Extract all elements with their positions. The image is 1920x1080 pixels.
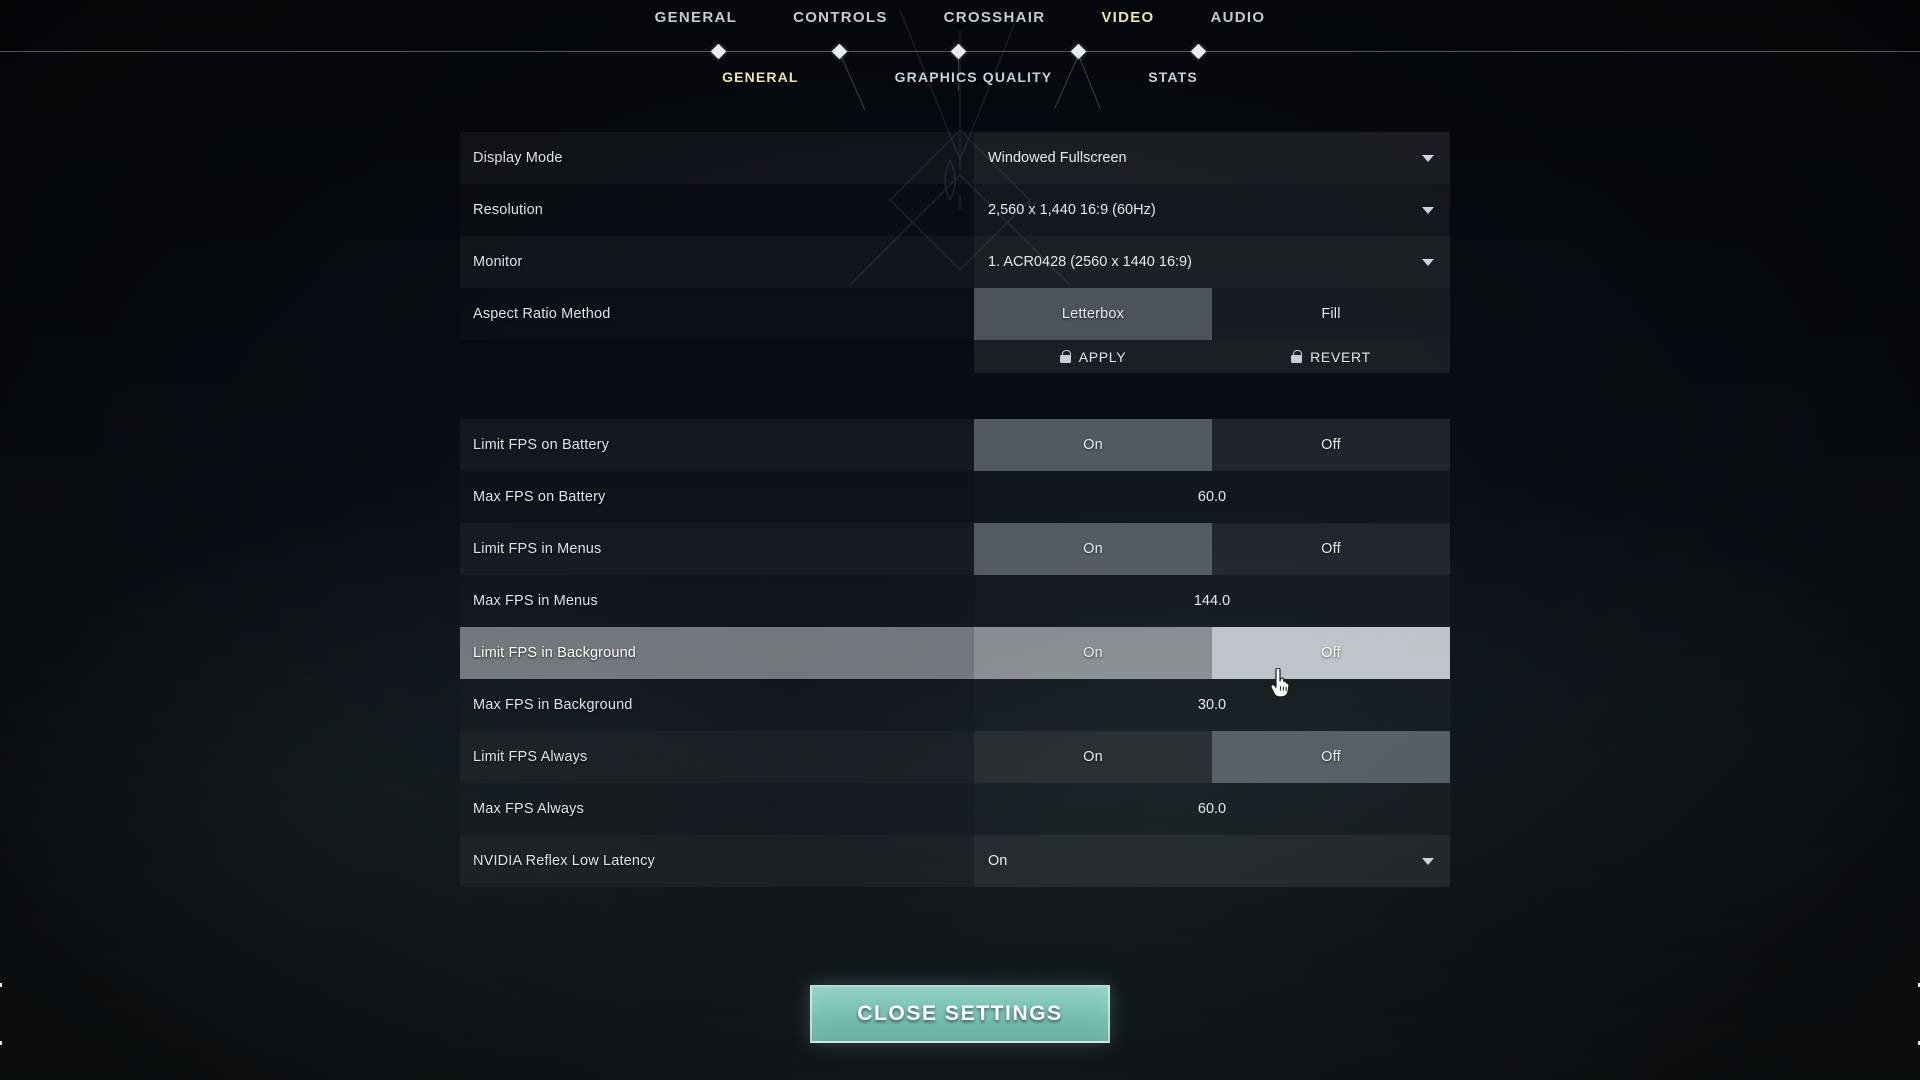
- setting-control: On Off: [974, 627, 1450, 679]
- limit-fps-in-menus-option-off[interactable]: Off: [1212, 523, 1450, 575]
- limit-fps-always-option-off[interactable]: Off: [1212, 731, 1450, 783]
- setting-row-max-fps-on-battery[interactable]: Max FPS on Battery 60.0: [460, 471, 1450, 523]
- setting-label: Max FPS Always: [473, 801, 584, 817]
- setting-label: NVIDIA Reflex Low Latency: [473, 853, 655, 869]
- setting-control: On Off: [974, 523, 1450, 575]
- setting-label: Limit FPS in Menus: [473, 541, 602, 557]
- limit-fps-in-background-segmented-control: On Off: [974, 627, 1450, 679]
- close-settings-button[interactable]: CLOSE SETTINGS: [0, 983, 1920, 1045]
- chevron-down-icon: [1422, 258, 1434, 266]
- apply-button[interactable]: APPLY: [974, 340, 1212, 373]
- setting-control: On Off: [974, 731, 1450, 783]
- max-fps-in-menus-value[interactable]: 144.0: [974, 575, 1450, 627]
- dropdown-value: 1. ACR0428 (2560 x 1440 16:9): [988, 254, 1192, 270]
- setting-row-limit-fps-in-background[interactable]: Limit FPS in Background On Off: [460, 627, 1450, 679]
- tab-general[interactable]: GENERAL: [627, 9, 765, 26]
- setting-label: Resolution: [473, 202, 544, 218]
- chevron-down-icon: [1422, 154, 1434, 162]
- setting-row-limit-fps-on-battery[interactable]: Limit FPS on Battery On Off: [460, 419, 1450, 471]
- setting-control: 144.0: [974, 575, 1450, 627]
- limit-fps-in-menus-option-on[interactable]: On: [974, 523, 1212, 575]
- resolution-dropdown[interactable]: 2,560 x 1,440 16:9 (60Hz): [974, 184, 1450, 236]
- setting-label: Max FPS on Battery: [473, 489, 606, 505]
- setting-label: Monitor: [473, 254, 523, 270]
- monitor-dropdown[interactable]: 1. ACR0428 (2560 x 1440 16:9): [974, 236, 1450, 288]
- subtab-general[interactable]: GENERAL: [674, 69, 847, 85]
- limit-fps-on-battery-segmented-control: On Off: [974, 419, 1450, 471]
- button-corner-marker: [0, 1041, 2, 1045]
- setting-control: 60.0: [974, 471, 1450, 523]
- setting-control: Windowed Fullscreen: [974, 132, 1450, 184]
- tab-controls[interactable]: CONTROLS: [765, 9, 916, 26]
- action-row-spacer: [460, 340, 974, 373]
- nvidia-reflex-dropdown[interactable]: On: [974, 835, 1450, 887]
- setting-control: 60.0: [974, 783, 1450, 835]
- setting-row-nvidia-reflex-low-latency[interactable]: NVIDIA Reflex Low Latency On: [460, 835, 1450, 887]
- apply-revert-row: APPLY REVERT: [460, 340, 1450, 373]
- setting-control: On: [974, 835, 1450, 887]
- setting-label: Limit FPS Always: [473, 749, 588, 765]
- setting-label: Max FPS in Background: [473, 697, 633, 713]
- setting-control: Letterbox Fill: [974, 288, 1450, 340]
- settings-panel: Display Mode Windowed Fullscreen Resolut…: [460, 132, 1450, 887]
- setting-control: 2,560 x 1,440 16:9 (60Hz): [974, 184, 1450, 236]
- button-corner-marker: [0, 983, 2, 987]
- limit-fps-in-background-option-on[interactable]: On: [974, 627, 1212, 679]
- lock-icon: [1059, 350, 1071, 363]
- close-settings-area: CLOSE SETTINGS: [0, 983, 1920, 1045]
- setting-row-limit-fps-always[interactable]: Limit FPS Always On Off: [460, 731, 1450, 783]
- dropdown-value: Windowed Fullscreen: [988, 150, 1127, 166]
- chevron-down-icon: [1422, 857, 1434, 865]
- tab-video[interactable]: VIDEO: [1073, 9, 1182, 26]
- valorant-settings-screen: GENERAL CONTROLS CROSSHAIR VIDEO AUDIO G…: [0, 0, 1920, 1080]
- tab-audio[interactable]: AUDIO: [1183, 9, 1294, 26]
- setting-control: 1. ACR0428 (2560 x 1440 16:9): [974, 236, 1450, 288]
- setting-row-max-fps-always[interactable]: Max FPS Always 60.0: [460, 783, 1450, 835]
- setting-label: Aspect Ratio Method: [473, 306, 611, 322]
- limit-fps-in-background-option-off[interactable]: Off: [1212, 627, 1450, 679]
- apply-button-label: APPLY: [1078, 348, 1127, 365]
- setting-label: Limit FPS on Battery: [473, 437, 609, 453]
- subtab-stats[interactable]: STATS: [1100, 69, 1246, 85]
- revert-button-label: REVERT: [1310, 348, 1371, 365]
- chevron-down-icon: [1422, 206, 1434, 214]
- limit-fps-on-battery-option-on[interactable]: On: [974, 419, 1212, 471]
- sub-tab-bar: GENERAL GRAPHICS QUALITY STATS: [0, 62, 1920, 92]
- aspect-ratio-segmented-control: Letterbox Fill: [974, 288, 1450, 340]
- setting-row-monitor[interactable]: Monitor 1. ACR0428 (2560 x 1440 16:9): [460, 236, 1450, 288]
- setting-label: Display Mode: [473, 150, 563, 166]
- setting-row-limit-fps-in-menus[interactable]: Limit FPS in Menus On Off: [460, 523, 1450, 575]
- limit-fps-in-menus-segmented-control: On Off: [974, 523, 1450, 575]
- top-tab-bar: GENERAL CONTROLS CROSSHAIR VIDEO AUDIO: [0, 0, 1920, 60]
- setting-control: On Off: [974, 419, 1450, 471]
- limit-fps-on-battery-option-off[interactable]: Off: [1212, 419, 1450, 471]
- tab-crosshair[interactable]: CROSSHAIR: [916, 9, 1074, 26]
- revert-button[interactable]: REVERT: [1212, 340, 1450, 373]
- max-fps-on-battery-value[interactable]: 60.0: [974, 471, 1450, 523]
- setting-row-max-fps-in-menus[interactable]: Max FPS in Menus 144.0: [460, 575, 1450, 627]
- limit-fps-always-option-on[interactable]: On: [974, 731, 1212, 783]
- display-mode-dropdown[interactable]: Windowed Fullscreen: [974, 132, 1450, 184]
- setting-row-resolution[interactable]: Resolution 2,560 x 1,440 16:9 (60Hz): [460, 184, 1450, 236]
- max-fps-in-background-value[interactable]: 30.0: [974, 679, 1450, 731]
- dropdown-value: On: [988, 853, 1008, 869]
- subtab-graphics-quality[interactable]: GRAPHICS QUALITY: [847, 69, 1101, 85]
- setting-row-max-fps-in-background[interactable]: Max FPS in Background 30.0: [460, 679, 1450, 731]
- lock-icon: [1291, 350, 1303, 363]
- limit-fps-always-segmented-control: On Off: [974, 731, 1450, 783]
- close-settings-label: CLOSE SETTINGS: [857, 1002, 1063, 1025]
- setting-label: Limit FPS in Background: [473, 645, 637, 661]
- setting-control: 30.0: [974, 679, 1450, 731]
- aspect-ratio-option-letterbox[interactable]: Letterbox: [974, 288, 1212, 340]
- setting-row-display-mode[interactable]: Display Mode Windowed Fullscreen: [460, 132, 1450, 184]
- top-tab-list: GENERAL CONTROLS CROSSHAIR VIDEO AUDIO: [0, 0, 1920, 34]
- setting-label: Max FPS in Menus: [473, 593, 598, 609]
- dropdown-value: 2,560 x 1,440 16:9 (60Hz): [988, 202, 1156, 218]
- setting-row-aspect-ratio-method[interactable]: Aspect Ratio Method Letterbox Fill: [460, 288, 1450, 340]
- aspect-ratio-option-fill[interactable]: Fill: [1212, 288, 1450, 340]
- max-fps-always-value[interactable]: 60.0: [974, 783, 1450, 835]
